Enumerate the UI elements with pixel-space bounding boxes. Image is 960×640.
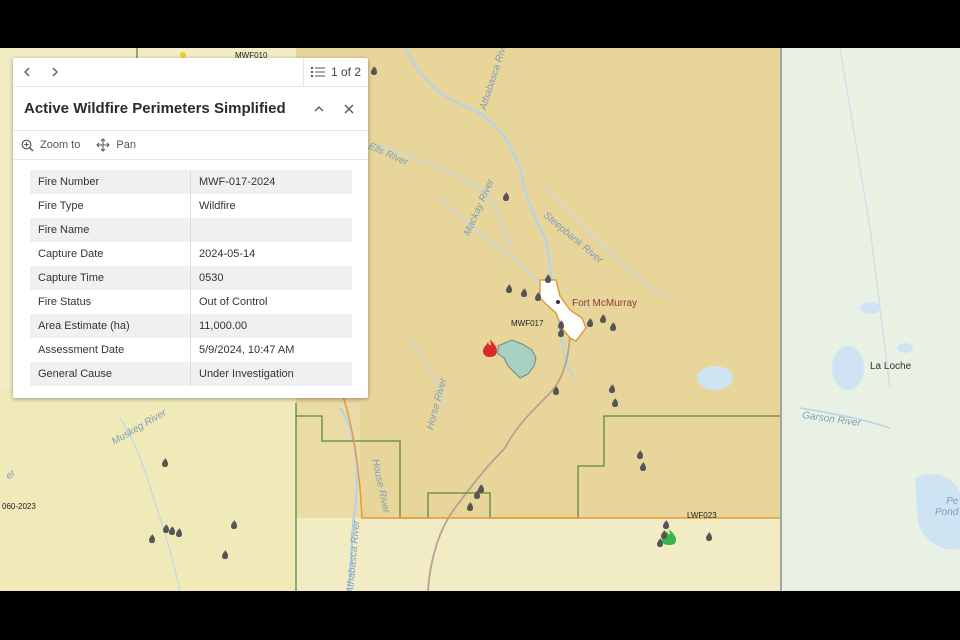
field-name: Fire Name [30,218,191,242]
close-icon [344,104,354,113]
chevron-right-icon [52,67,58,77]
small-lake-1 [860,302,880,314]
popup-header: Active Wildfire Perimeters Simplified [13,87,368,131]
feature-popup: 1 of 2 Active Wildfire Perimeters Simpli… [13,58,368,398]
la-loche-lake [832,346,864,390]
field-name: Area Estimate (ha) [30,314,191,338]
field-value: 2024-05-14 [199,248,256,260]
city-dot [556,300,560,304]
attribute-table: Fire Number MWF-017-2024 Fire Type Wildfir… [30,170,352,386]
field-name: Capture Date [30,242,191,266]
table-row: General Cause Under Investigation [30,362,352,386]
list-icon [310,67,325,77]
field-name: Assessment Date [30,338,191,362]
popup-title: Active Wildfire Perimeters Simplified [24,100,286,117]
field-name: Capture Time [30,266,191,290]
zoom-in-icon [21,139,34,151]
pan-icon [96,138,111,152]
lake-east [697,366,733,390]
town-label-la-loche: La Loche [870,361,912,372]
pager-text: 1 of 2 [330,65,361,79]
pan-label: Pan [116,139,136,151]
previous-feature-button[interactable] [13,58,41,86]
pan-action[interactable]: Pan [96,138,136,152]
field-value: 11,000.00 [190,314,352,338]
table-row: Fire Name [30,218,352,242]
fire-label-lwf023: LWF023 [687,511,717,520]
zoom-to-label: Zoom to [40,139,81,151]
table-row: Capture Time 0530 [30,266,352,290]
chevron-up-icon [314,105,324,111]
field-value: 0530 [190,266,352,290]
table-row: Capture Date 2024-05-14 [30,242,352,266]
field-name: Fire Number [30,170,191,194]
table-row: Fire Number MWF-017-2024 [30,170,352,194]
close-button[interactable] [334,94,364,124]
zoom-to-action[interactable]: Zoom to [21,139,80,152]
chevron-left-icon [24,67,30,77]
popup-pager-bar: 1 of 2 [13,58,368,87]
field-value: MWF-017-2024 [190,170,352,194]
field-value: Out of Control [199,296,268,308]
table-row: Assessment Date 5/9/2024, 10:47 AM [30,338,352,362]
collapse-button[interactable] [304,94,334,124]
field-value: 5/9/2024, 10:47 AM [199,344,295,356]
field-name: Fire Status [30,290,191,314]
field-value: Under Investigation [190,362,352,386]
table-row: Area Estimate (ha) 11,000.00 [30,314,352,338]
small-lake-2 [897,343,913,353]
table-row: Fire Type Wildfire [30,194,352,218]
lake-label-pond: Pe Pond [935,496,959,518]
feature-list-button[interactable]: 1 of 2 [302,58,368,86]
next-feature-button[interactable] [41,58,69,86]
popup-actions: Zoom to Pan [13,131,368,160]
field-name: General Cause [30,362,191,386]
field-value: Wildfire [199,200,236,212]
city-label-fort-mcmurray: Fort McMurray [572,298,637,309]
fire-label-060: 060-2023 [2,502,36,511]
field-name: Fire Type [30,194,191,218]
field-value [190,218,352,242]
table-row: Fire Status Out of Control [30,290,352,314]
fire-label-mwf017: MWF017 [511,319,544,328]
